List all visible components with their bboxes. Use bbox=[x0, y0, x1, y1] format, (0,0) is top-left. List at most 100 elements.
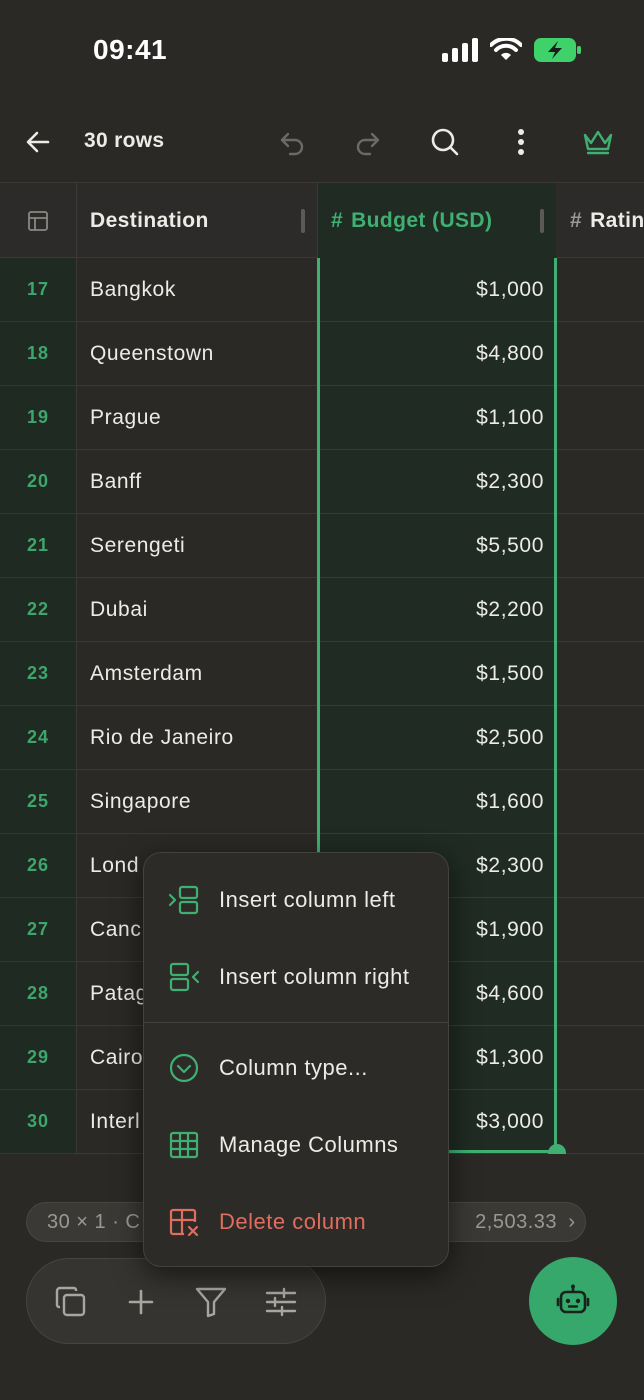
column-header-budget[interactable]: # Budget (USD) bbox=[318, 183, 556, 258]
status-icons bbox=[442, 38, 582, 62]
column-header-label: Destination bbox=[90, 208, 209, 232]
menu-item-insert-column-right[interactable]: Insert column right bbox=[144, 942, 448, 1012]
cell-budget[interactable]: $1,100 bbox=[318, 386, 556, 450]
summary-dimensions: 30 × 1 · C bbox=[47, 1211, 141, 1233]
action-bar bbox=[26, 1258, 326, 1344]
column-header-rating[interactable]: # Ratin bbox=[556, 183, 644, 258]
search-button[interactable] bbox=[423, 120, 467, 164]
row-number[interactable]: 21 bbox=[0, 514, 77, 578]
chevron-right-icon: › bbox=[568, 1211, 575, 1233]
column-resize-handle[interactable] bbox=[301, 209, 305, 233]
cell-destination[interactable]: Amsterdam bbox=[77, 642, 318, 706]
table-row[interactable]: 23 Amsterdam $1,500 bbox=[0, 642, 644, 706]
cell-destination[interactable]: Rio de Janeiro bbox=[77, 706, 318, 770]
cell-budget[interactable]: $5,500 bbox=[318, 514, 556, 578]
menu-divider bbox=[144, 1022, 448, 1023]
number-type-icon: # bbox=[331, 208, 344, 232]
table-row[interactable]: 20 Banff $2,300 bbox=[0, 450, 644, 514]
cell-budget[interactable]: $4,800 bbox=[318, 322, 556, 386]
cell-rating[interactable] bbox=[556, 706, 644, 770]
cell-budget[interactable]: $2,200 bbox=[318, 578, 556, 642]
undo-button[interactable] bbox=[270, 120, 314, 164]
filter-icon bbox=[195, 1287, 227, 1318]
cell-rating[interactable] bbox=[556, 450, 644, 514]
cell-budget[interactable]: $1,000 bbox=[318, 258, 556, 322]
row-number[interactable]: 23 bbox=[0, 642, 77, 706]
column-context-menu: Insert column left Insert column right C… bbox=[143, 852, 449, 1267]
ai-assistant-button[interactable] bbox=[529, 1257, 617, 1345]
cell-rating[interactable] bbox=[556, 514, 644, 578]
cell-rating[interactable] bbox=[556, 834, 644, 898]
redo-icon bbox=[356, 132, 380, 156]
row-number[interactable]: 26 bbox=[0, 834, 77, 898]
cell-rating[interactable] bbox=[556, 962, 644, 1026]
menu-item-label: Column type... bbox=[219, 1055, 368, 1080]
table-row[interactable]: 17 Bangkok $1,000 bbox=[0, 258, 644, 322]
grid-table-icon bbox=[168, 1129, 200, 1161]
cell-rating[interactable] bbox=[556, 770, 644, 834]
search-icon bbox=[431, 128, 459, 156]
wifi-icon bbox=[490, 38, 522, 60]
row-number[interactable]: 18 bbox=[0, 322, 77, 386]
more-button[interactable] bbox=[499, 120, 543, 164]
row-number[interactable]: 29 bbox=[0, 1026, 77, 1090]
cell-rating[interactable] bbox=[556, 1026, 644, 1090]
menu-item-delete-column[interactable]: Delete column bbox=[144, 1187, 448, 1257]
cell-budget[interactable]: $1,500 bbox=[318, 642, 556, 706]
insert-column-left-icon bbox=[168, 884, 200, 916]
menu-item-insert-column-left[interactable]: Insert column left bbox=[144, 865, 448, 935]
row-number[interactable]: 20 bbox=[0, 450, 77, 514]
cell-destination[interactable]: Prague bbox=[77, 386, 318, 450]
cell-rating[interactable] bbox=[556, 386, 644, 450]
back-button[interactable] bbox=[16, 120, 60, 164]
cell-destination[interactable]: Dubai bbox=[77, 578, 318, 642]
cell-destination[interactable]: Banff bbox=[77, 450, 318, 514]
menu-item-label: Insert column right bbox=[219, 964, 410, 989]
cell-budget[interactable]: $1,600 bbox=[318, 770, 556, 834]
robot-icon bbox=[556, 1284, 590, 1314]
cell-destination[interactable]: Singapore bbox=[77, 770, 318, 834]
column-header-row: Destination # Budget (USD) # Ratin bbox=[0, 182, 644, 258]
menu-item-manage-columns[interactable]: Manage Columns bbox=[144, 1110, 448, 1180]
row-number[interactable]: 25 bbox=[0, 770, 77, 834]
cell-rating[interactable] bbox=[556, 1090, 644, 1154]
undo-icon bbox=[280, 132, 304, 156]
table-row[interactable]: 18 Queenstown $4,800 bbox=[0, 322, 644, 386]
cell-destination[interactable]: Serengeti bbox=[77, 514, 318, 578]
table-row[interactable]: 22 Dubai $2,200 bbox=[0, 578, 644, 642]
row-number[interactable]: 28 bbox=[0, 962, 77, 1026]
crown-icon bbox=[583, 130, 613, 155]
redo-button[interactable] bbox=[346, 120, 390, 164]
table-row[interactable]: 25 Singapore $1,600 bbox=[0, 770, 644, 834]
copy-button[interactable] bbox=[49, 1280, 93, 1324]
premium-button[interactable] bbox=[576, 120, 620, 164]
column-resize-handle[interactable] bbox=[540, 209, 544, 233]
settings-sliders-button[interactable] bbox=[259, 1280, 303, 1324]
table-row[interactable]: 21 Serengeti $5,500 bbox=[0, 514, 644, 578]
cell-budget[interactable]: $2,300 bbox=[318, 450, 556, 514]
row-number[interactable]: 30 bbox=[0, 1090, 77, 1154]
row-number[interactable]: 22 bbox=[0, 578, 77, 642]
row-number[interactable]: 17 bbox=[0, 258, 77, 322]
table-row[interactable]: 24 Rio de Janeiro $2,500 bbox=[0, 706, 644, 770]
cell-rating[interactable] bbox=[556, 578, 644, 642]
page-title: 30 rows bbox=[84, 129, 165, 152]
row-number[interactable]: 24 bbox=[0, 706, 77, 770]
table-row[interactable]: 19 Prague $1,100 bbox=[0, 386, 644, 450]
cell-rating[interactable] bbox=[556, 258, 644, 322]
cell-rating[interactable] bbox=[556, 322, 644, 386]
cell-budget[interactable]: $2,500 bbox=[318, 706, 556, 770]
row-number[interactable]: 27 bbox=[0, 898, 77, 962]
select-all-corner[interactable] bbox=[0, 183, 77, 258]
cell-destination[interactable]: Queenstown bbox=[77, 322, 318, 386]
column-header-destination[interactable]: Destination bbox=[77, 183, 318, 258]
back-arrow-icon bbox=[26, 131, 50, 153]
filter-button[interactable] bbox=[189, 1280, 233, 1324]
cell-destination[interactable]: Bangkok bbox=[77, 258, 318, 322]
cell-rating[interactable] bbox=[556, 642, 644, 706]
status-bar: 09:41 bbox=[0, 0, 644, 104]
row-number[interactable]: 19 bbox=[0, 386, 77, 450]
cell-rating[interactable] bbox=[556, 898, 644, 962]
menu-item-column-type[interactable]: Column type... bbox=[144, 1033, 448, 1103]
add-button[interactable] bbox=[119, 1280, 163, 1324]
